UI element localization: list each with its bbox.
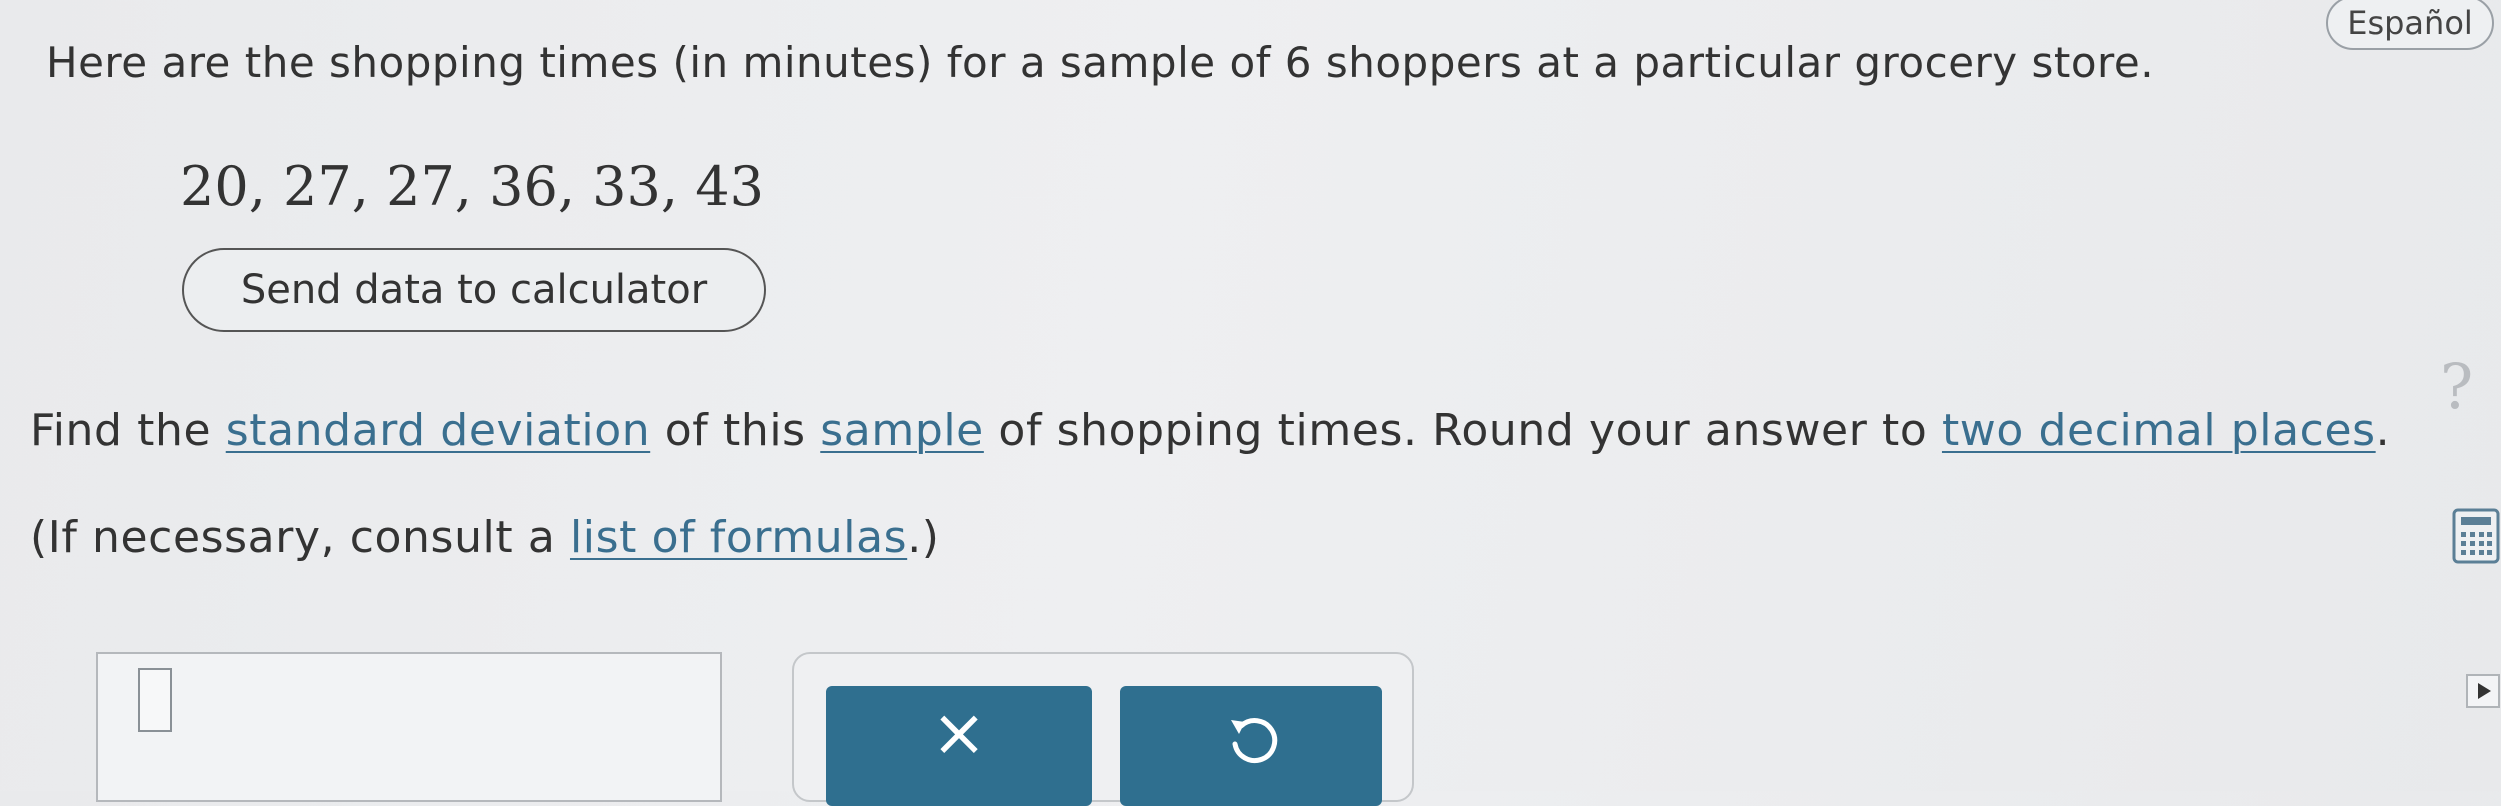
data-values: 20, 27, 27, 36, 33, 43 (180, 155, 764, 218)
formulas-part2: .) (907, 512, 940, 563)
question-part2: of this (650, 405, 821, 456)
calculator-icon[interactable] (2452, 508, 2500, 564)
play-icon[interactable] (2466, 674, 2500, 708)
question-part3: of shopping times. Round your answer to (983, 405, 1942, 456)
question-mark-icon[interactable]: ? (2440, 350, 2473, 423)
language-button[interactable]: Español (2326, 0, 2494, 50)
clear-button[interactable]: × (826, 686, 1092, 806)
question-text: Find the standard deviation of this samp… (30, 405, 2390, 456)
answer-input[interactable] (138, 668, 172, 732)
sample-link[interactable]: sample (820, 405, 984, 456)
close-icon: × (931, 694, 987, 771)
two-decimal-places-link[interactable]: two decimal places (1942, 405, 2376, 456)
undo-icon (1231, 718, 1278, 764)
question-part4: . (2375, 405, 2391, 456)
problem-intro: Here are the shopping times (in minutes)… (46, 38, 2155, 87)
send-data-to-calculator-button[interactable]: Send data to calculator (182, 248, 766, 332)
undo-button[interactable] (1120, 686, 1382, 806)
formulas-note: (If necessary, consult a list of formula… (30, 512, 940, 563)
formulas-part1: (If necessary, consult a (30, 512, 570, 563)
standard-deviation-link[interactable]: standard deviation (226, 405, 650, 456)
answer-area (96, 652, 722, 802)
list-of-formulas-link[interactable]: list of formulas (570, 512, 907, 563)
question-part1: Find the (30, 405, 226, 456)
